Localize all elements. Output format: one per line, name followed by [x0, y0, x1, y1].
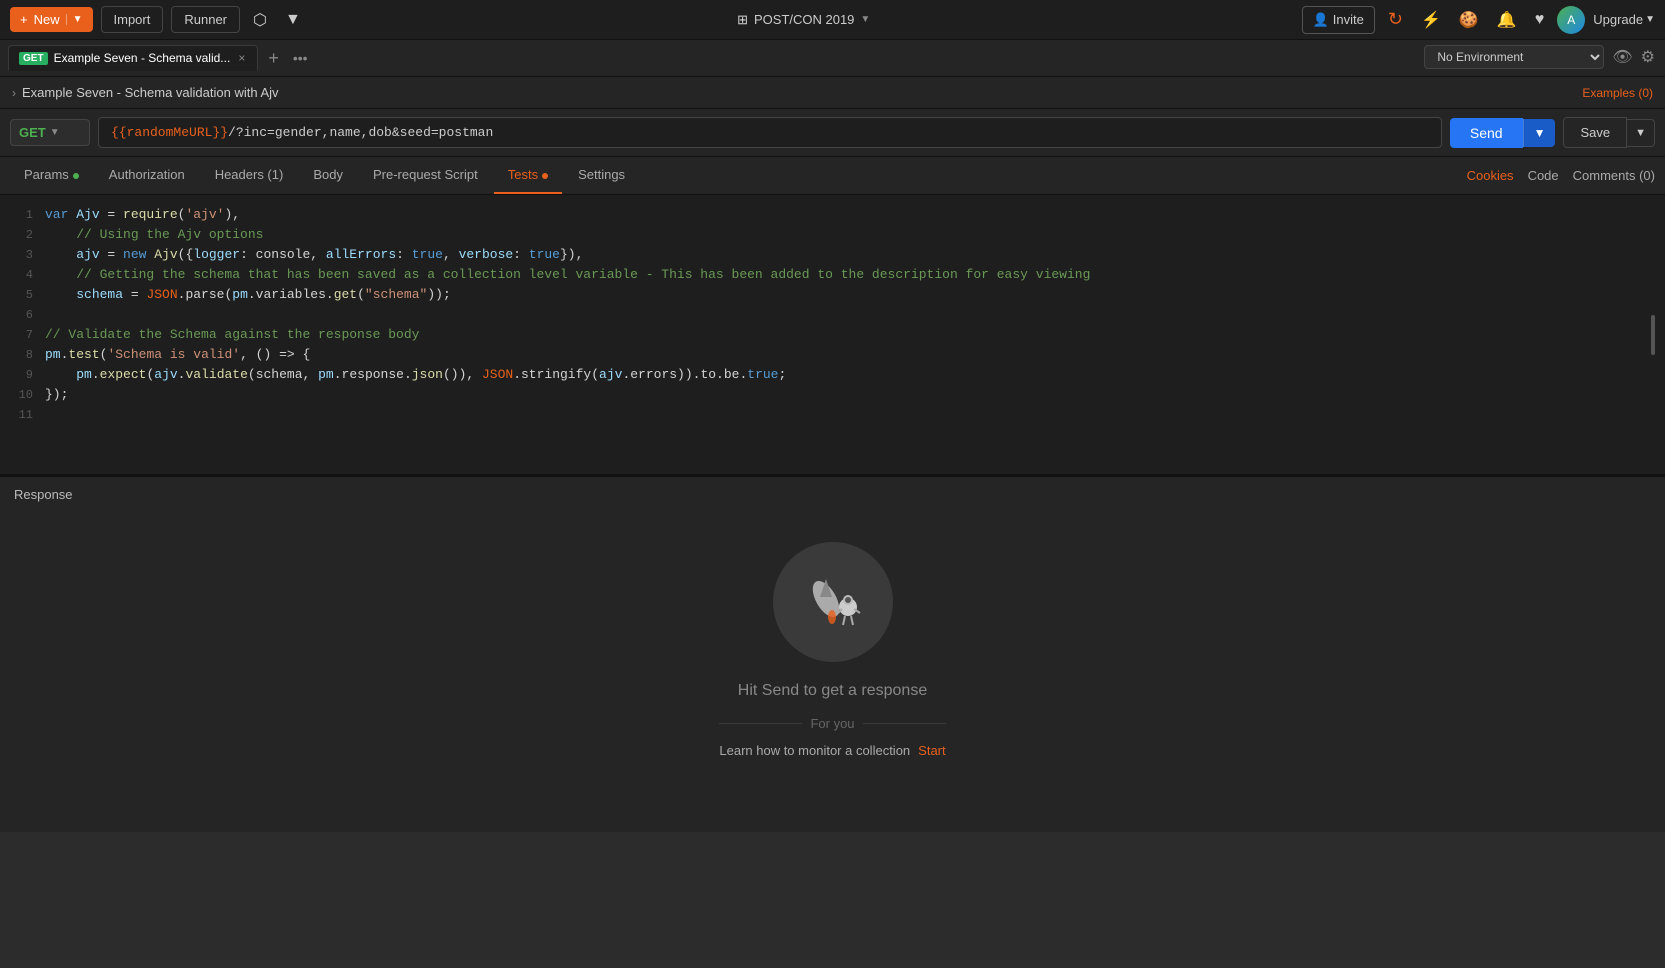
code-line-6: 6	[0, 305, 1665, 325]
url-path: /?inc=gender,name,dob&seed=postman	[228, 125, 493, 140]
toolbar-right: 👤 Invite ↻ ⚡ 🍪 🔔 ♥ A Upgrade ▼	[1302, 4, 1655, 35]
plus-icon: +	[20, 12, 28, 27]
tab-example-seven[interactable]: GET Example Seven - Schema valid... ×	[8, 45, 258, 71]
send-button-group: Send ▼	[1450, 118, 1556, 148]
response-content: Hit Send to get a response For you Learn…	[0, 512, 1665, 832]
interceptor-icon[interactable]: ⚡	[1416, 5, 1446, 35]
params-dot	[73, 173, 79, 179]
send-button[interactable]: Send	[1450, 118, 1523, 148]
send-dropdown-button[interactable]: ▼	[1523, 119, 1556, 147]
tab-settings[interactable]: Settings	[564, 157, 639, 194]
user-icon: 👤	[1313, 12, 1329, 28]
avatar[interactable]: A	[1557, 6, 1585, 34]
code-line-8: 8 pm.test('Schema is valid', () => {	[0, 345, 1665, 365]
for-you-label: For you	[719, 716, 945, 731]
code-line-4: 4 // Getting the schema that has been sa…	[0, 265, 1665, 285]
runner-button[interactable]: Runner	[171, 6, 240, 33]
tab-authorization[interactable]: Authorization	[95, 157, 199, 194]
rocket-svg	[788, 557, 878, 647]
code-link[interactable]: Code	[1528, 168, 1559, 183]
code-line-3: 3 ajv = new Ajv({logger: console, allErr…	[0, 245, 1665, 265]
learn-row: Learn how to monitor a collection Start	[719, 743, 945, 758]
import-button[interactable]: Import	[101, 6, 164, 33]
start-link[interactable]: Start	[918, 743, 945, 758]
capture-icon[interactable]: ⬡	[248, 5, 272, 35]
breadcrumb-arrow: ›	[12, 86, 16, 100]
comments-link[interactable]: Comments (0)	[1573, 168, 1655, 183]
tab-title: Example Seven - Schema valid...	[54, 51, 231, 65]
cookie-icon[interactable]: 🍪	[1454, 5, 1484, 35]
tab-pre-request[interactable]: Pre-request Script	[359, 157, 492, 194]
method-dropdown-arrow[interactable]: ▼	[50, 127, 60, 138]
code-line-9: 9 pm.expect(ajv.validate(schema, pm.resp…	[0, 365, 1665, 385]
tab-body[interactable]: Body	[299, 157, 357, 194]
tabs-bar: GET Example Seven - Schema valid... × + …	[0, 40, 1414, 76]
tab-add-button[interactable]: +	[262, 44, 285, 73]
examples-link[interactable]: Examples (0)	[1582, 86, 1653, 100]
for-you-section: For you Learn how to monitor a collectio…	[719, 716, 945, 758]
env-settings-icon[interactable]: ⚙	[1641, 47, 1655, 67]
sync-icon[interactable]: ↻	[1383, 4, 1408, 35]
top-toolbar: + New ▼ Import Runner ⬡ ▼ ⊞ POST/CON 201…	[0, 0, 1665, 40]
save-button-group: Save ▼	[1563, 117, 1655, 148]
code-line-2: 2 // Using the Ajv options	[0, 225, 1665, 245]
code-line-5: 5 schema = JSON.parse(pm.variables.get("…	[0, 285, 1665, 305]
method-value: GET	[19, 125, 46, 140]
code-line-7: 7 // Validate the Schema against the res…	[0, 325, 1665, 345]
tab-method-badge: GET	[19, 52, 48, 65]
new-dropdown-arrow[interactable]: ▼	[66, 14, 83, 25]
rocket-illustration	[773, 542, 893, 662]
new-button[interactable]: + New ▼	[10, 7, 93, 32]
bell-icon[interactable]: 🔔	[1492, 5, 1522, 35]
upgrade-dropdown-arrow: ▼	[1645, 14, 1655, 25]
tab-close-button[interactable]: ×	[236, 51, 247, 65]
new-label: New	[34, 12, 60, 27]
save-button[interactable]: Save	[1563, 117, 1627, 148]
invite-button[interactable]: 👤 Invite	[1302, 6, 1375, 34]
capture-dropdown[interactable]: ▼	[280, 6, 306, 34]
hit-send-text: Hit Send to get a response	[738, 682, 927, 700]
grid-icon: ⊞	[737, 12, 748, 28]
tab-more-button[interactable]: •••	[289, 46, 312, 70]
tab-headers[interactable]: Headers (1)	[201, 157, 298, 194]
code-line-11: 11	[0, 405, 1665, 425]
workspace-section: ⊞ POST/CON 2019 ▼	[314, 12, 1294, 28]
request-tabs: Params Authorization Headers (1) Body Pr…	[0, 157, 1665, 195]
tab-params[interactable]: Params	[10, 157, 93, 194]
breadcrumb: › Example Seven - Schema validation with…	[0, 77, 1665, 109]
url-input[interactable]: {{randomMeURL}}/?inc=gender,name,dob&see…	[98, 117, 1442, 148]
cookies-link[interactable]: Cookies	[1467, 168, 1514, 183]
url-bar: GET ▼ {{randomMeURL}}/?inc=gender,name,d…	[0, 109, 1665, 157]
scroll-bar-thumb[interactable]	[1651, 315, 1655, 355]
workspace-name[interactable]: POST/CON 2019	[754, 12, 854, 27]
url-template-var: {{randomMeURL}}	[111, 125, 228, 140]
workspace-dropdown-arrow[interactable]: ▼	[860, 14, 870, 25]
environment-select[interactable]: No Environment	[1424, 45, 1604, 69]
method-select[interactable]: GET ▼	[10, 119, 90, 146]
code-line-1: 1 var Ajv = require('ajv'),	[0, 205, 1665, 225]
tab-tests[interactable]: Tests	[494, 157, 562, 194]
code-line-10: 10 });	[0, 385, 1665, 405]
code-editor[interactable]: 1 var Ajv = require('ajv'), 2 // Using t…	[0, 195, 1665, 475]
upgrade-button[interactable]: Upgrade ▼	[1593, 12, 1655, 27]
invite-label: Invite	[1333, 12, 1364, 27]
env-eye-icon[interactable]: 👁	[1612, 47, 1632, 67]
breadcrumb-title: Example Seven - Schema validation with A…	[22, 85, 279, 100]
tests-dot	[542, 173, 548, 179]
heart-icon[interactable]: ♥	[1530, 6, 1550, 34]
response-title: Response	[14, 487, 73, 502]
response-panel-header: Response	[0, 475, 1665, 512]
learn-label: Learn how to monitor a collection	[719, 743, 910, 758]
env-bar: No Environment 👁 ⚙	[1414, 40, 1665, 74]
save-dropdown-button[interactable]: ▼	[1627, 119, 1655, 147]
tabs-right: Cookies Code Comments (0)	[1467, 168, 1655, 183]
